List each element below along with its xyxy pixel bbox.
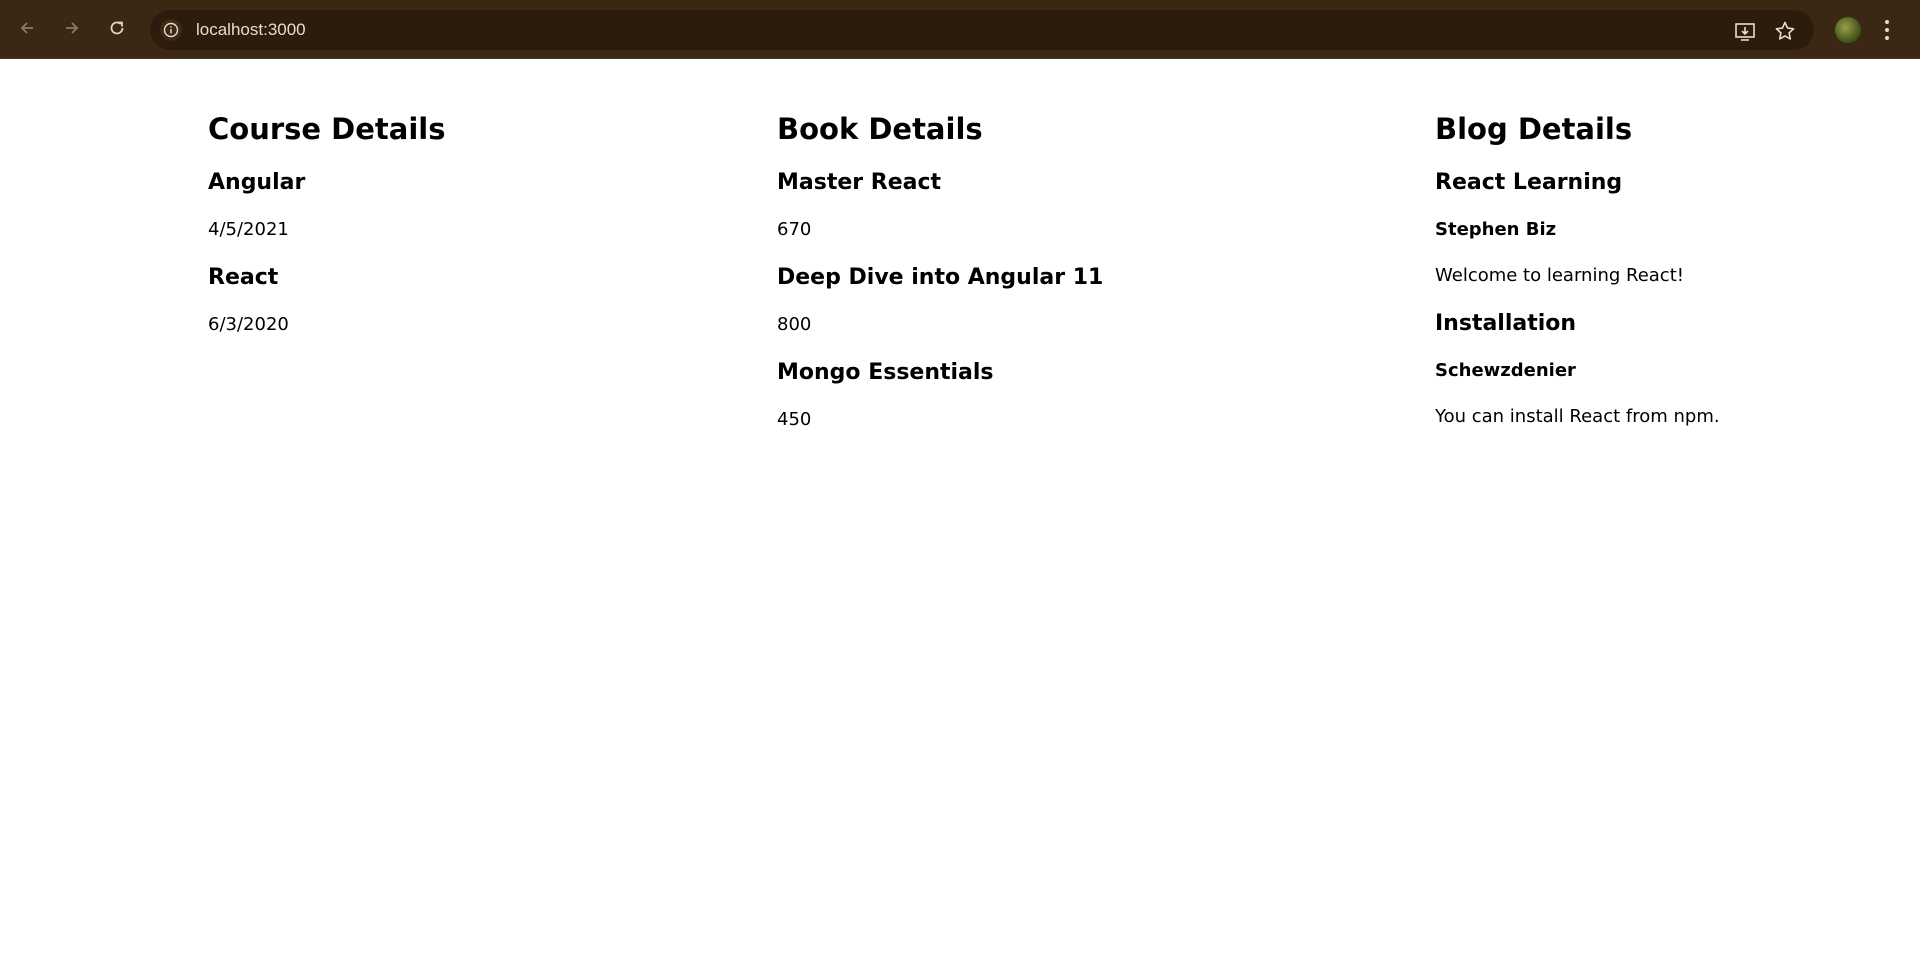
- course-name: Angular: [208, 170, 306, 195]
- course-name: React: [208, 265, 279, 290]
- book-price: 450: [777, 409, 812, 430]
- page-content: Course Details Angular 4/5/2021 React 6/…: [0, 60, 1920, 961]
- book-price: 670: [777, 219, 812, 240]
- book-item: Master React 670: [777, 170, 1103, 241]
- menu-dot-icon: [1885, 36, 1889, 40]
- menu-dot-icon: [1885, 28, 1889, 32]
- install-app-icon[interactable]: [1734, 20, 1756, 42]
- browser-toolbar: localhost:3000: [0, 0, 1920, 59]
- book-details-heading: Book Details: [777, 112, 983, 146]
- blog-details-section: Blog Details React Learning Stephen Biz …: [1435, 112, 1720, 452]
- blog-details-heading: Blog Details: [1435, 112, 1633, 146]
- bookmark-star-icon[interactable]: [1774, 20, 1796, 42]
- course-details-heading: Course Details: [208, 112, 446, 146]
- blog-author: Schewzdenier: [1435, 360, 1576, 381]
- course-date: 6/3/2020: [208, 314, 289, 335]
- site-info-icon[interactable]: [160, 19, 182, 41]
- browser-menu-button[interactable]: [1882, 16, 1892, 44]
- back-button[interactable]: [13, 14, 41, 42]
- reload-button[interactable]: [103, 14, 131, 42]
- book-item: Deep Dive into Angular 11 800: [777, 265, 1103, 336]
- arrow-right-icon: [66, 22, 79, 34]
- blog-item: React Learning Stephen Biz Welcome to le…: [1435, 170, 1720, 287]
- menu-dot-icon: [1885, 20, 1889, 24]
- blog-title: Installation: [1435, 311, 1577, 336]
- book-name: Mongo Essentials: [777, 360, 994, 385]
- book-name: Master React: [777, 170, 942, 195]
- url-text[interactable]: localhost:3000: [196, 20, 306, 40]
- book-details-section: Book Details Master React 670 Deep Dive …: [777, 112, 1103, 455]
- course-item: Angular 4/5/2021: [208, 170, 446, 241]
- course-item: React 6/3/2020: [208, 265, 446, 336]
- blog-title: React Learning: [1435, 170, 1623, 195]
- book-name: Deep Dive into Angular 11: [777, 265, 1104, 290]
- profile-avatar[interactable]: [1835, 17, 1861, 43]
- course-date: 4/5/2021: [208, 219, 289, 240]
- reload-icon: [110, 21, 124, 35]
- forward-button[interactable]: [58, 14, 86, 42]
- course-details-section: Course Details Angular 4/5/2021 React 6/…: [208, 112, 446, 360]
- blog-content: You can install React from npm.: [1435, 406, 1720, 427]
- blog-item: Installation Schewzdenier You can instal…: [1435, 311, 1720, 428]
- book-price: 800: [777, 314, 812, 335]
- arrow-left-icon: [20, 22, 33, 34]
- blog-content: Welcome to learning React!: [1435, 265, 1684, 286]
- book-item: Mongo Essentials 450: [777, 360, 1103, 431]
- address-bar[interactable]: localhost:3000: [150, 10, 1814, 50]
- blog-author: Stephen Biz: [1435, 219, 1557, 240]
